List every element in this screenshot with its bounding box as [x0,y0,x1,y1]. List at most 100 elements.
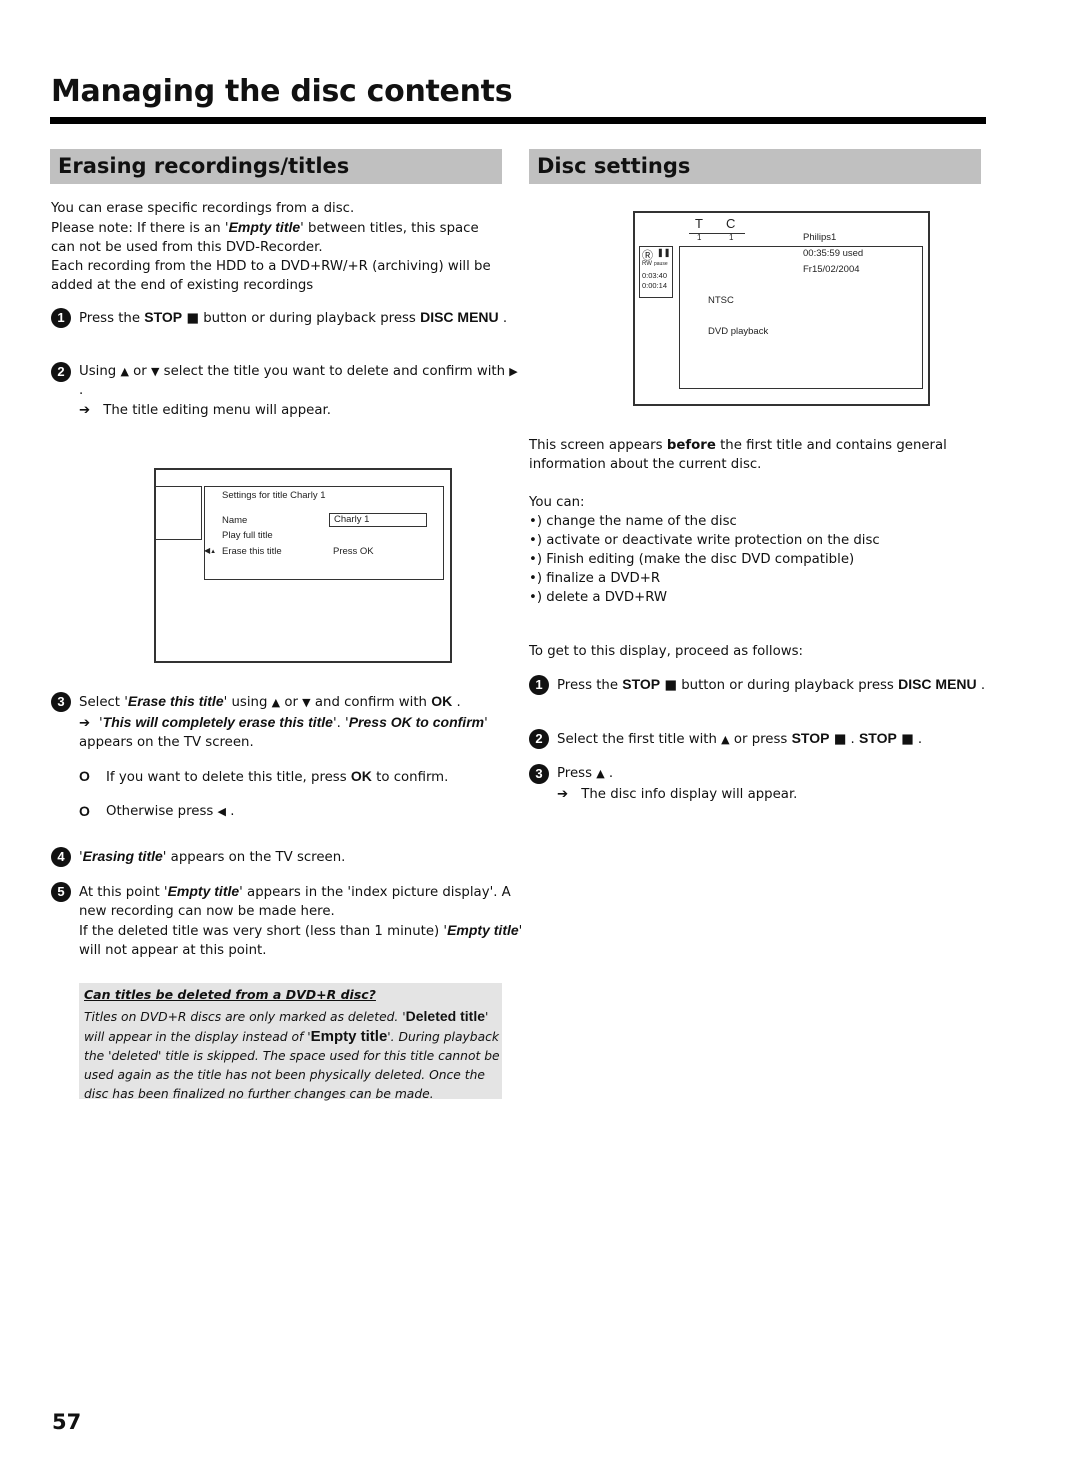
text: Press [557,766,597,781]
step-number: 3 [51,692,71,712]
erase-step-1: 1 Press the STOP ■ button or during play… [51,308,519,328]
text: At this point ' [79,885,168,900]
step-number: 4 [51,847,71,867]
text: If the deleted title was very short (les… [79,924,448,939]
osd-name-field[interactable]: Charly 1 [329,513,427,527]
stop-icon: ■ [664,678,677,693]
osd-chapter-label: C [726,216,736,231]
result-arrow-icon: ➔ [79,716,91,731]
list-item: •) finalize a DVD+R [529,571,661,586]
stop-key: STOP [622,676,661,692]
step-number: 1 [529,675,549,695]
section-heading-erasing: Erasing recordings/titles [50,149,502,184]
osd-time-total: 0:03:40 [642,271,668,280]
dvd-r-note: Can titles be deleted from a DVD+R disc?… [79,983,502,1101]
disc-menu-key: DISC MENU [898,676,977,692]
empty-title-term: Empty title [447,922,519,938]
up-arrow-icon: ▲ [210,549,217,555]
osd-disc-type: RW [642,261,652,267]
text: button or during playback press [676,678,899,693]
list-item: •) delete a DVD+RW [529,590,668,605]
result-arrow-icon: ➔ [79,403,91,418]
osd-row-erase-title[interactable]: Erase this title [222,546,282,557]
step-result: The title editing menu will appear. [103,403,331,418]
text: Using [79,364,121,379]
text: Select ' [79,695,128,710]
osd-chapter-number: 1 [729,233,734,242]
osd-disc-name[interactable]: Philips1 [803,232,836,243]
text: or [280,695,303,710]
text: Press the [79,311,145,326]
up-arrow-icon: ▲ [271,696,281,709]
section-heading-erasing-label: Erasing recordings/titles [58,154,350,178]
osd-row-play-full-title[interactable]: Play full title [222,530,273,541]
osd-mode: DVD playback [708,326,769,337]
text: ' using [223,695,272,710]
stop-icon: ■ [186,311,199,326]
intro-line: You can erase specific recordings from a… [51,201,355,216]
list-item: •) Finish editing (make the disc DVD com… [529,552,855,567]
erase-step-2: 2 Using ▲ or ▼ select the title you want… [51,362,519,420]
text: This screen appears [529,438,667,453]
section-heading-disc-settings-label: Disc settings [537,154,691,178]
deleted-title-term: Deleted title [405,1008,485,1024]
disc-step-1: 1 Press the STOP ■ button or during play… [529,675,997,695]
left-arrow-icon: ◀ [217,805,227,818]
stop-key: STOP [144,309,183,325]
osd-title-number: 1 [697,233,702,242]
text: . [79,383,84,398]
ok-key: OK [431,693,453,709]
text: Please note: If there is an ' [51,221,229,236]
disc-step-3: 3 Press ▲ . ➔ The disc info display will… [529,764,1007,804]
text: Select the first title with [557,732,722,747]
up-arrow-icon: ▲ [596,767,605,780]
erasing-title-term: Erasing title [82,848,163,864]
text: ' appears on the TV screen. [162,850,346,865]
text: . [604,766,614,781]
before-term: before [666,438,716,453]
text: Press the [557,678,623,693]
text: . [913,732,923,747]
text: and confirm with [310,695,432,710]
erase-step-4: 4 'Erasing title' appears on the TV scre… [51,847,529,867]
note-body: Titles on DVD+R discs are only marked as… [84,1007,502,1104]
step-number: 2 [529,729,549,749]
text: or [128,364,151,379]
erase-step-3: 3 Select 'Erase this title' using ▲ or ▼… [51,692,529,752]
text: . [452,695,461,710]
step-number: 2 [51,362,71,382]
osd-title-label: T [695,216,703,231]
section-heading-disc-settings: Disc settings [529,149,981,184]
empty-title-term: Empty title [167,883,240,899]
result-arrow-icon: ➔ [557,787,569,802]
text: If you want to delete this title, press [106,770,351,785]
osd-erase-value: Press OK [333,546,374,557]
list-item: •) change the name of the disc [529,514,737,529]
stop-key: STOP [858,730,897,746]
disc-settings-intro: This screen appears before the first tit… [529,436,979,474]
ok-key: OK [350,768,372,784]
text: Titles on DVD+R discs are only marked as… [84,1010,406,1024]
proceed-label: To get to this display, proceed as follo… [529,644,804,659]
osd-title: Settings for title Charly 1 [222,490,326,501]
text: to confirm. [371,770,449,785]
erase-this-title-term: Erase this title [127,693,224,709]
erase-step-5: 5 At this point 'Empty title' appears in… [51,882,529,960]
text: or press [729,732,792,747]
step-number: 3 [529,764,549,784]
option-bullet-icon: O [79,768,90,784]
stop-key: STOP [791,730,830,746]
option-bullet-icon: O [79,803,90,819]
osd-selector-icon: ◀▲ [204,546,216,555]
intro-note: Please note: If there is an 'Empty title… [51,218,501,257]
text: . [498,311,508,326]
step-number: 5 [51,882,71,902]
capabilities-list: You can: •) change the name of the disc … [529,493,979,607]
text: select the title you want to delete and … [159,364,510,379]
down-arrow-icon: ▼ [302,696,311,709]
right-arrow-icon: ▶ [509,365,518,378]
up-arrow-icon: ▲ [120,365,129,378]
list-item: •) activate or deactivate write protecti… [529,533,880,548]
step-number: 1 [51,308,71,328]
text: button or during playback press [198,311,421,326]
